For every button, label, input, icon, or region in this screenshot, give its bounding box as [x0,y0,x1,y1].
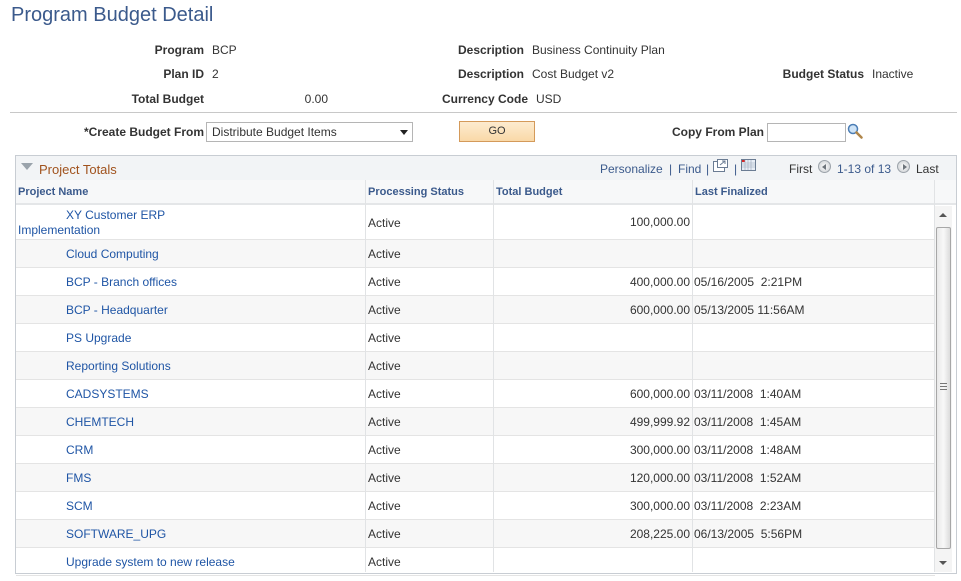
plan-description-label: Description [457,67,524,81]
plan-id-value: 2 [212,67,219,81]
separator: | [669,162,673,176]
lookup-magnifier-icon[interactable] [847,123,863,139]
total-budget-value: 499,999.92 [629,415,690,429]
column-divider [692,180,693,572]
last-finalized-value: 03/11/2008 1:45AM [694,415,802,429]
budget-status-label: Budget Status [782,67,864,81]
last-finalized-value: 03/11/2008 1:52AM [694,471,802,485]
page-range: 1-13 of 13 [837,162,892,176]
processing-status: Active [368,415,401,429]
last-label: Last [916,162,939,176]
first-label: First [789,162,813,176]
project-name-link[interactable]: SCM [66,499,93,513]
copy-from-plan-label: Copy From Plan [671,125,764,139]
total-budget-value: 300,000.00 [629,499,690,513]
budget-status-value: Inactive [872,67,914,81]
total-budget-value: 600,000.00 [629,387,690,401]
project-name-link[interactable]: Implementation [18,223,100,237]
project-name-link[interactable]: BCP - Branch offices [66,275,177,289]
plan-id-label: Plan ID [163,67,204,81]
project-name-link[interactable]: SOFTWARE_UPG [66,527,166,541]
total-budget-value: 300,000.00 [629,443,690,457]
project-name-link[interactable]: FMS [66,471,91,485]
processing-status: Active [368,303,401,317]
total-budget-value: 600,000.00 [629,303,690,317]
project-name-link[interactable]: XY Customer ERP [66,208,165,222]
collapse-triangle-icon[interactable] [21,163,33,170]
description-value: Business Continuity Plan [532,43,665,57]
create-budget-from-label: *Create Budget From [83,125,204,139]
last-finalized-value: 03/11/2008 1:40AM [694,387,802,401]
processing-status: Active [368,471,401,485]
last-finalized-value: 03/11/2008 2:23AM [694,499,802,513]
description-label: Description [457,43,524,57]
download-spreadsheet-icon[interactable] [741,159,756,171]
processing-status: Active [368,275,401,289]
scroll-down-arrow-icon[interactable] [939,561,947,565]
project-name-link[interactable]: CADSYSTEMS [66,387,149,401]
processing-status: Active [368,216,401,230]
currency-code-label: Currency Code [441,92,528,106]
program-value: BCP [212,43,237,57]
column-header-processing-status[interactable]: Processing Status [368,186,464,198]
column-header-project-name[interactable]: Project Name [18,186,88,198]
go-button[interactable]: GO [459,121,535,142]
header-divider [10,112,957,113]
separator: | [706,162,710,176]
grid-title: Project Totals [39,162,117,177]
total-budget-value: 0.00 [304,92,328,106]
total-budget-value: 120,000.00 [629,471,690,485]
processing-status: Active [368,499,401,513]
processing-status: Active [368,387,401,401]
column-header-total-budget[interactable]: Total Budget [496,186,562,198]
copy-from-plan-input[interactable] [767,123,846,142]
project-name-link[interactable]: Cloud Computing [66,247,159,261]
last-finalized-value: 05/13/2005 11:56AM [694,303,805,317]
column-header-row [16,180,956,205]
project-name-link[interactable]: CHEMTECH [66,415,134,429]
plan-description-value: Cost Budget v2 [532,67,615,81]
create-budget-from-value: Distribute Budget Items [212,125,337,139]
processing-status: Active [368,555,401,569]
processing-status: Active [368,359,401,373]
project-name-link[interactable]: PS Upgrade [66,331,131,345]
next-page-icon[interactable] [897,160,910,173]
project-name-link[interactable]: CRM [66,443,93,457]
processing-status: Active [368,331,401,345]
table-row [16,324,935,352]
column-divider [493,180,494,572]
new-window-icon[interactable] [713,159,728,172]
create-budget-from-select[interactable]: Distribute Budget Items [206,122,413,142]
last-finalized-value: 06/13/2005 5:56PM [694,527,803,541]
program-label: Program [154,43,204,57]
total-budget-value: 400,000.00 [629,275,690,289]
column-divider [365,180,366,572]
chevron-down-icon [400,130,408,135]
currency-code-value: USD [536,92,562,106]
project-name-link[interactable]: Upgrade system to new release [66,555,235,569]
processing-status: Active [368,527,401,541]
column-header-last-finalized[interactable]: Last Finalized [695,186,768,198]
scrollbar-grip-icon [940,383,947,384]
personalize-link[interactable]: Personalize [600,162,663,176]
project-name-link[interactable]: BCP - Headquarter [66,303,168,317]
find-link[interactable]: Find [678,162,701,176]
page-title: Program Budget Detail [11,4,214,26]
processing-status: Active [368,443,401,457]
processing-status: Active [368,247,401,261]
separator: | [734,162,738,176]
previous-page-icon[interactable] [818,160,831,173]
total-budget-label: Total Budget [131,92,204,106]
last-finalized-value: 03/11/2008 1:48AM [694,443,802,457]
scrollbar-thumb[interactable] [936,227,951,549]
total-budget-value: 208,225.00 [629,527,690,541]
project-name-link[interactable]: Reporting Solutions [66,359,171,373]
scroll-up-arrow-icon[interactable] [939,213,947,217]
last-finalized-value: 05/16/2005 2:21PM [694,275,803,289]
grid-header-bar [16,156,956,180]
total-budget-value: 100,000.00 [629,215,690,229]
